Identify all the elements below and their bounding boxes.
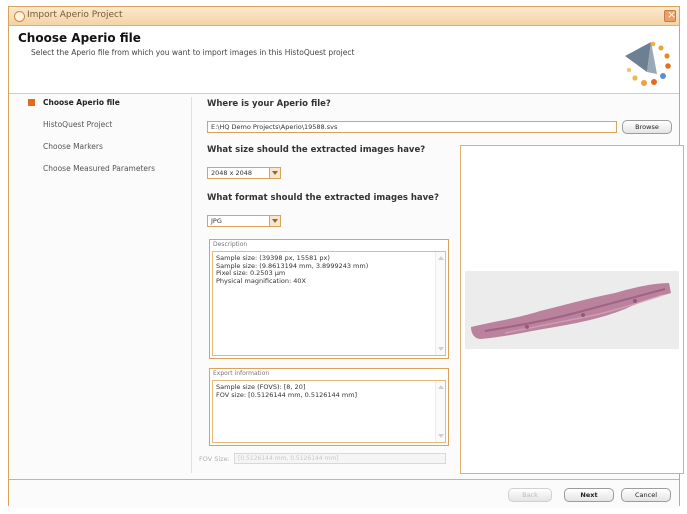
wizard-footer: Back Next Cancel	[9, 479, 679, 508]
export-panel: Export information Sample size (FOVS): […	[209, 368, 449, 446]
title-bar[interactable]: Import Aperio Project	[9, 7, 679, 26]
format-question: What format should the extracted images …	[207, 193, 439, 203]
step-label: Choose Markers	[43, 142, 103, 151]
chevron-down-icon[interactable]	[269, 168, 280, 178]
wizard-header: Choose Aperio file Select the Aperio fil…	[9, 26, 679, 94]
step-label: HistoQuest Project	[43, 120, 113, 129]
divider	[191, 97, 192, 473]
size-select-value: 2048 x 2048	[211, 169, 253, 177]
step-choose-aperio-file[interactable]: Choose Aperio file	[9, 97, 169, 111]
step-histoquest-project[interactable]: HistoQuest Project	[9, 119, 169, 133]
wizard-logo-icon	[625, 41, 671, 86]
chevron-down-icon[interactable]	[269, 216, 280, 226]
export-text: Sample size (FOVS): [8, 20] FOV size: [0…	[216, 383, 358, 399]
image-preview	[460, 145, 684, 474]
app-icon	[14, 11, 25, 22]
size-select[interactable]: 2048 x 2048	[207, 167, 281, 179]
import-aperio-dialog: Import Aperio Project Choose Aperio file…	[8, 6, 684, 508]
description-scrollbar[interactable]	[435, 252, 445, 355]
page-subtitle: Select the Aperio file from which you wa…	[31, 48, 355, 57]
description-text: Sample size: (39398 px, 15581 px) Sample…	[216, 254, 369, 285]
description-label: Description	[213, 241, 248, 248]
description-text-area[interactable]: Sample size: (39398 px, 15581 px) Sample…	[212, 251, 446, 356]
step-label: Choose Measured Parameters	[43, 164, 156, 173]
browse-button[interactable]: Browse	[622, 120, 672, 134]
fov-size-label: FOV Size:	[199, 455, 230, 463]
format-select[interactable]: JPG	[207, 215, 281, 227]
step-choose-markers[interactable]: Choose Markers	[9, 141, 169, 155]
export-label: Export information	[213, 370, 270, 377]
close-icon[interactable]	[664, 8, 676, 22]
next-button[interactable]: Next	[564, 488, 614, 502]
scroll-down-icon[interactable]	[438, 347, 444, 351]
back-button[interactable]: Back	[508, 488, 552, 502]
file-path-input[interactable]: E:\HQ Demo Projects\Aperio\19588.svs	[207, 121, 617, 133]
step-choose-measured-parameters[interactable]: Choose Measured Parameters	[9, 163, 179, 177]
scroll-up-icon[interactable]	[438, 256, 444, 260]
step-label: Choose Aperio file	[43, 98, 120, 107]
scroll-down-icon[interactable]	[438, 434, 444, 438]
wizard-steps: Choose Aperio file HistoQuest Project Ch…	[9, 94, 189, 474]
description-panel: Description Sample size: (39398 px, 1558…	[209, 239, 449, 359]
file-question: Where is your Aperio file?	[207, 99, 331, 109]
size-question: What size should the extracted images ha…	[207, 145, 426, 155]
window-title: Import Aperio Project	[27, 10, 123, 20]
export-scrollbar[interactable]	[435, 381, 445, 442]
export-text-area[interactable]: Sample size (FOVS): [8, 20] FOV size: [0…	[212, 380, 446, 443]
current-step-marker	[28, 99, 35, 106]
scroll-up-icon[interactable]	[438, 385, 444, 389]
slide-thumbnail	[465, 271, 679, 349]
cancel-button[interactable]: Cancel	[621, 488, 671, 502]
fov-size-input[interactable]: [0.5126144 mm, 0.5126144 mm]	[234, 453, 446, 464]
tissue-sample-image	[471, 283, 671, 339]
page-title: Choose Aperio file	[18, 31, 141, 45]
format-select-value: JPG	[211, 217, 222, 225]
